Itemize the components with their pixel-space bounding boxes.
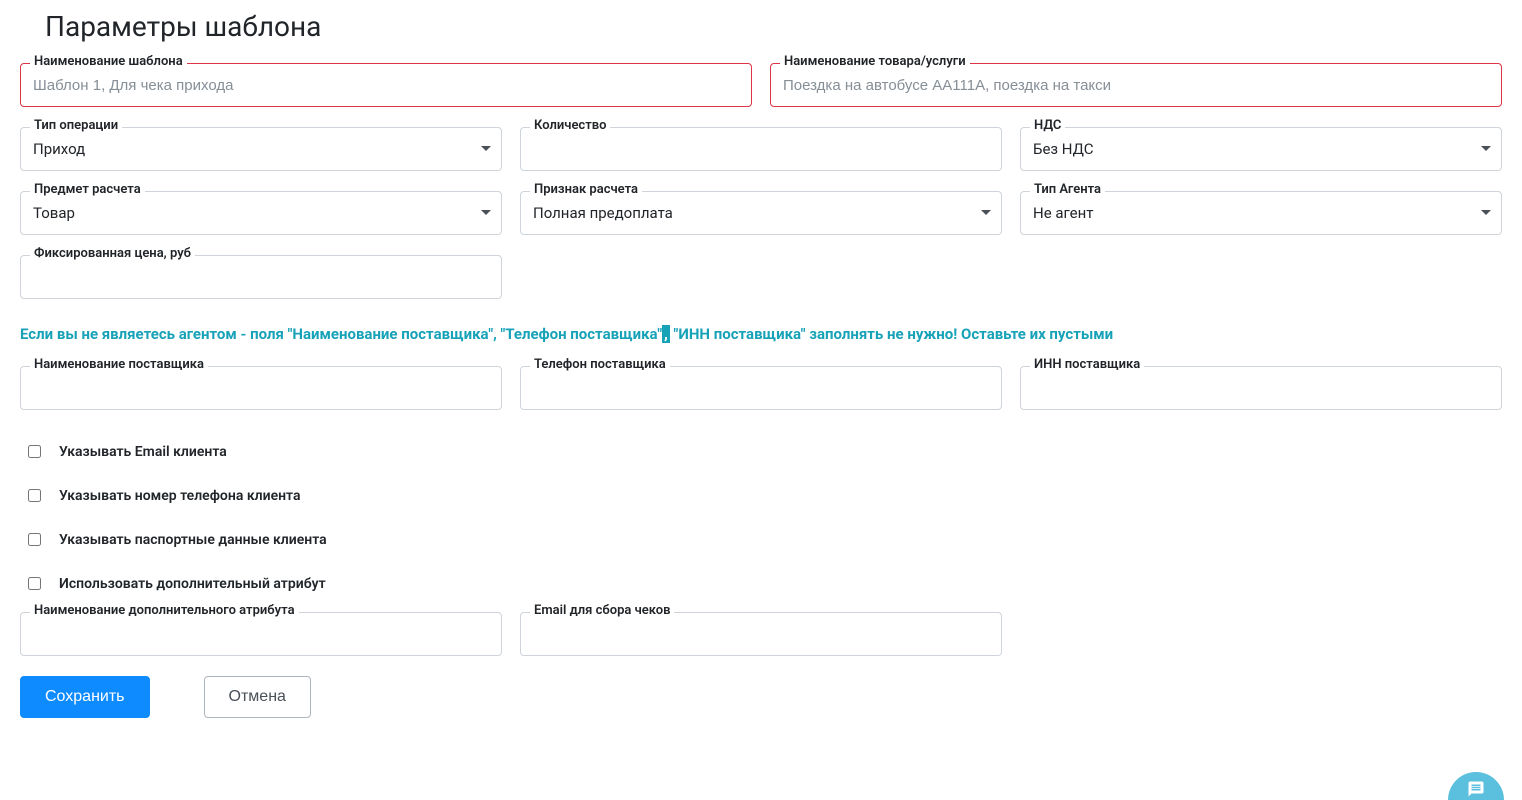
- quantity-input[interactable]: [520, 127, 1002, 171]
- chat-icon: [1465, 780, 1487, 798]
- chat-fab[interactable]: [1448, 772, 1504, 800]
- supplier-inn-label: ИНН поставщика: [1030, 357, 1144, 372]
- operation-type-label: Тип операции: [30, 118, 122, 133]
- show-phone-checkbox[interactable]: [28, 489, 41, 502]
- template-name-input[interactable]: [20, 63, 752, 107]
- show-email-label: Указывать Email клиента: [59, 444, 227, 460]
- hint-highlight: ,: [662, 325, 670, 343]
- payment-method-label: Признак расчета: [530, 182, 642, 197]
- email-receipts-field: Email для сбора чеков: [520, 612, 1002, 656]
- vat-select[interactable]: Без НДС: [1020, 127, 1502, 171]
- agent-type-label: Тип Агента: [1030, 182, 1105, 197]
- payment-subject-select[interactable]: Товар: [20, 191, 502, 235]
- additional-attr-label: Наименование дополнительного атрибута: [30, 603, 299, 618]
- use-additional-checkbox[interactable]: [28, 577, 41, 590]
- show-email-checkbox[interactable]: [28, 445, 41, 458]
- agent-hint-text: Если вы не являетесь агентом - поля "Наи…: [20, 323, 1502, 346]
- email-receipts-input[interactable]: [520, 612, 1002, 656]
- supplier-name-field: Наименование поставщика: [20, 366, 502, 410]
- show-passport-checkbox[interactable]: [28, 533, 41, 546]
- button-row: Сохранить Отмена: [20, 676, 1502, 718]
- page-title: Параметры шаблона: [20, 0, 1502, 63]
- payment-method-field: Признак расчета Полная предоплата: [520, 191, 1002, 235]
- agent-type-field: Тип Агента Не агент: [1020, 191, 1502, 235]
- supplier-name-input[interactable]: [20, 366, 502, 410]
- payment-subject-field: Предмет расчета Товар: [20, 191, 502, 235]
- product-name-field: Наименование товара/услуги: [770, 63, 1502, 107]
- operation-type-select[interactable]: Приход: [20, 127, 502, 171]
- supplier-name-label: Наименование поставщика: [30, 357, 208, 372]
- supplier-phone-label: Телефон поставщика: [530, 357, 670, 372]
- supplier-phone-input[interactable]: [520, 366, 1002, 410]
- operation-type-field: Тип операции Приход: [20, 127, 502, 171]
- payment-subject-label: Предмет расчета: [30, 182, 145, 197]
- agent-type-select[interactable]: Не агент: [1020, 191, 1502, 235]
- show-passport-label: Указывать паспортные данные клиента: [59, 532, 327, 548]
- email-receipts-label: Email для сбора чеков: [530, 603, 675, 618]
- additional-attr-field: Наименование дополнительного атрибута: [20, 612, 502, 656]
- supplier-phone-field: Телефон поставщика: [520, 366, 1002, 410]
- template-name-label: Наименование шаблона: [30, 54, 187, 69]
- template-name-field: Наименование шаблона: [20, 63, 752, 107]
- quantity-field: Количество: [520, 127, 1002, 171]
- cancel-button[interactable]: Отмена: [204, 676, 311, 718]
- fixed-price-label: Фиксированная цена, руб: [30, 246, 195, 261]
- fixed-price-input[interactable]: [20, 255, 502, 299]
- additional-attr-input[interactable]: [20, 612, 502, 656]
- quantity-label: Количество: [530, 118, 610, 133]
- use-additional-label: Использовать дополнительный атрибут: [59, 576, 326, 592]
- fixed-price-field: Фиксированная цена, руб: [20, 255, 502, 299]
- vat-field: НДС Без НДС: [1020, 127, 1502, 171]
- product-name-label: Наименование товара/услуги: [780, 54, 970, 69]
- supplier-inn-field: ИНН поставщика: [1020, 366, 1502, 410]
- supplier-inn-input[interactable]: [1020, 366, 1502, 410]
- show-phone-label: Указывать номер телефона клиента: [59, 488, 301, 504]
- payment-method-select[interactable]: Полная предоплата: [520, 191, 1002, 235]
- checkbox-group: Указывать Email клиента Указывать номер …: [20, 430, 1502, 606]
- vat-label: НДС: [1030, 118, 1065, 133]
- product-name-input[interactable]: [770, 63, 1502, 107]
- save-button[interactable]: Сохранить: [20, 676, 150, 718]
